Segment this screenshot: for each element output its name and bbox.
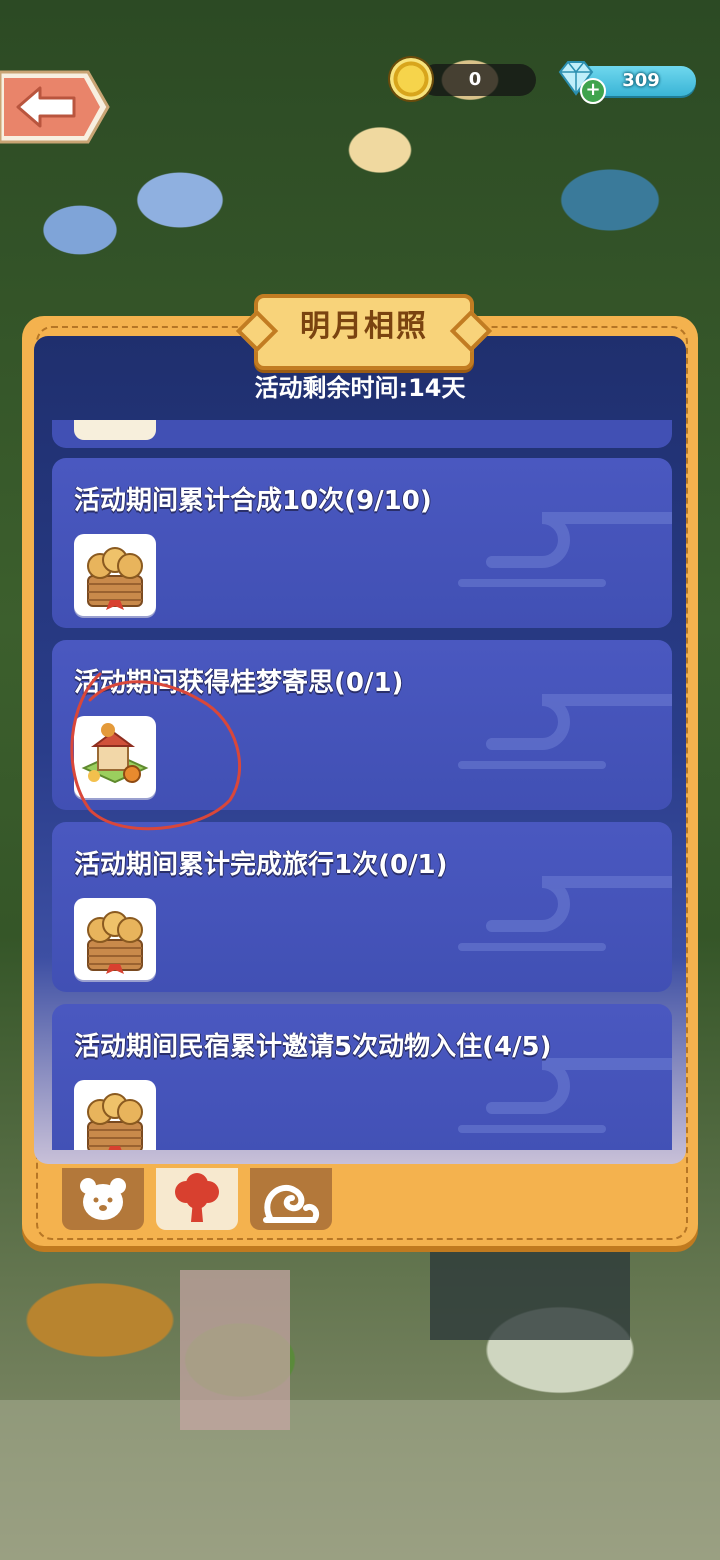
task-label: 活动期间累计合成10次(9/10) (74, 486, 432, 516)
tab-tree[interactable] (156, 1168, 238, 1230)
gem-count: 309 (622, 70, 660, 91)
reward-item[interactable] (74, 1080, 156, 1150)
reward-item[interactable] (74, 898, 156, 980)
task-label: 活动期间获得桂梦寄思(0/1) (74, 668, 404, 698)
mooncake-basket-icon (87, 911, 143, 974)
task-card: 活动期间累计完成旅行1次(0/1) (52, 822, 672, 992)
task-card: 活动期间累计合成10次(9/10) (52, 458, 672, 628)
mooncake-basket-icon (87, 1093, 143, 1150)
reward-item-partial (74, 420, 156, 440)
reward-item[interactable] (74, 716, 156, 798)
task-label: 活动期间累计完成旅行1次(0/1) (74, 850, 448, 880)
task-label: 活动期间民宿累计邀请5次动物入住(4/5) (74, 1032, 552, 1062)
tree-icon (175, 1173, 219, 1222)
task-card: 活动期间获得桂梦寄思(0/1) (52, 640, 672, 810)
event-remaining-time: 活动剩余时间:14天 (254, 374, 466, 402)
reward-item[interactable] (74, 534, 156, 616)
task-card-partial (52, 420, 672, 448)
cloud-swirl-decoration (458, 512, 672, 587)
mooncake-basket-icon (87, 547, 143, 610)
osmanthus-dream-decoration-icon (81, 723, 149, 784)
panel-title: 明月相照 (300, 309, 428, 344)
cloud-swirl-decoration (458, 876, 672, 951)
swirl-cloud-icon (263, 1185, 320, 1223)
cloud-swirl-decoration (458, 694, 672, 769)
tab-bear[interactable] (62, 1168, 144, 1230)
coin-count: 0 (468, 69, 482, 90)
bear-face-icon (80, 1178, 126, 1220)
task-card: 活动期间民宿累计邀请5次动物入住(4/5) (52, 1004, 672, 1150)
back-button[interactable] (0, 68, 110, 146)
task-list[interactable]: 活动期间累计合成10次(9/10) 活动期间获得桂梦寄思(0/1) 活动期间累计… (52, 420, 672, 1150)
tab-swirl[interactable] (250, 1168, 332, 1230)
